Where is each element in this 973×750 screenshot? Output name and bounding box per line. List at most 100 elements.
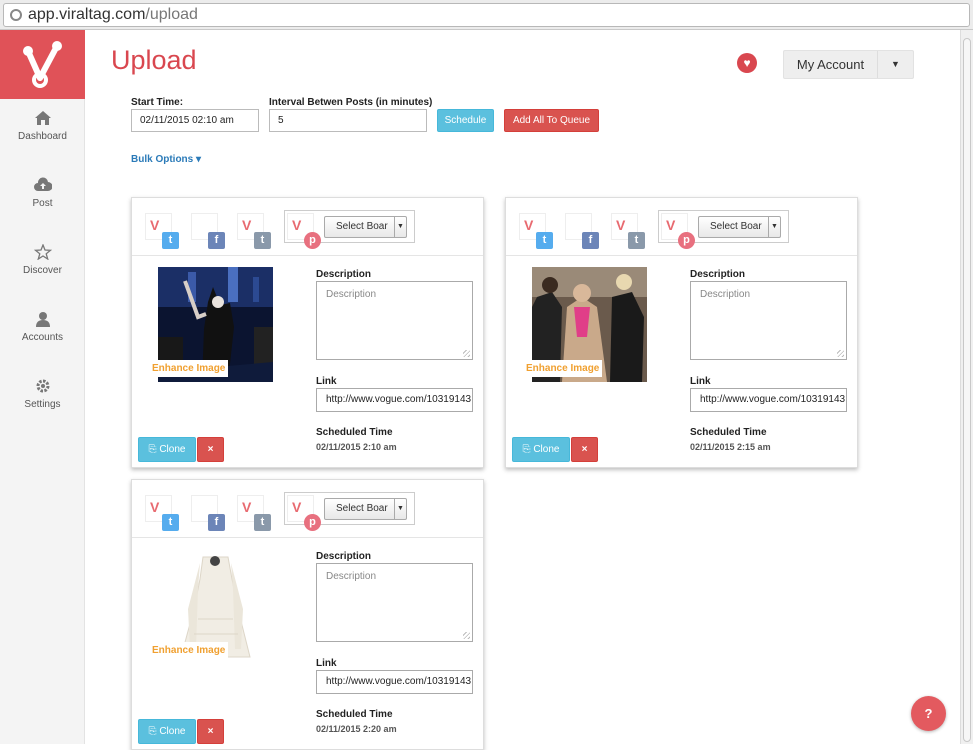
url-text: app.viraltag.com/upload bbox=[28, 6, 198, 23]
twitter-icon: t bbox=[536, 232, 553, 249]
schedule-button[interactable]: Schedule bbox=[437, 109, 494, 132]
user-icon bbox=[35, 312, 50, 327]
description-label: Description bbox=[316, 269, 372, 280]
bulk-options-dropdown[interactable]: Bulk Options ▾ bbox=[131, 154, 201, 165]
copy-icon: ⎘ bbox=[148, 726, 157, 737]
link-label: Link bbox=[690, 376, 711, 387]
clone-button[interactable]: ⎘ Clone bbox=[512, 437, 570, 462]
network-row: Vt f Vt Vp Select Boar ▼ bbox=[132, 480, 483, 538]
post-card: Vt f Vt Vp Select Boar ▼ Enhance Image De… bbox=[505, 197, 858, 468]
link-input[interactable]: http://www.vogue.com/10319143 bbox=[690, 388, 847, 412]
tumblr-account-toggle[interactable]: Vt bbox=[237, 213, 271, 249]
enhance-image-link[interactable]: Enhance Image bbox=[523, 360, 603, 377]
description-textarea[interactable]: Description bbox=[316, 281, 473, 360]
pinterest-board-group: Vp Select Boar ▼ bbox=[284, 210, 415, 249]
twitter-account-toggle[interactable]: Vt bbox=[145, 495, 179, 531]
facebook-account-toggle[interactable]: f bbox=[191, 213, 225, 249]
sidebar-item-settings[interactable]: Settings bbox=[0, 378, 85, 410]
facebook-icon: f bbox=[208, 514, 225, 531]
scrollbar-thumb[interactable] bbox=[963, 38, 971, 742]
chevron-down-icon[interactable]: ▼ bbox=[878, 51, 913, 78]
description-textarea[interactable]: Description bbox=[690, 281, 847, 360]
scheduled-time-value: 02/11/2015 2:20 am bbox=[316, 724, 397, 734]
start-time-input[interactable]: 02/11/2015 02:10 am bbox=[131, 109, 259, 132]
facebook-account-toggle[interactable]: f bbox=[565, 213, 599, 249]
twitter-account-toggle[interactable]: Vt bbox=[519, 213, 553, 249]
pinterest-board-group: Vp Select Boar ▼ bbox=[284, 492, 415, 531]
star-icon bbox=[33, 244, 52, 260]
facebook-icon: f bbox=[208, 232, 225, 249]
resize-grip-icon[interactable] bbox=[837, 350, 844, 357]
tumblr-icon: t bbox=[254, 514, 271, 531]
select-board-dropdown[interactable]: Select Boar ▼ bbox=[324, 216, 407, 238]
sidebar-item-accounts[interactable]: Accounts bbox=[0, 311, 85, 343]
sidebar-item-label: Accounts bbox=[21, 332, 64, 343]
post-card: Vt f Vt Vp Select Boar ▼ Enhance Image De… bbox=[131, 479, 484, 750]
scheduled-time-label: Scheduled Time bbox=[316, 427, 393, 438]
pinterest-account-toggle[interactable]: Vp bbox=[287, 495, 321, 531]
page-title: Upload bbox=[111, 45, 197, 75]
scheduled-time-label: Scheduled Time bbox=[316, 709, 393, 720]
pinterest-icon: p bbox=[304, 514, 321, 531]
copy-icon: ⎘ bbox=[522, 444, 531, 455]
delete-button[interactable]: × bbox=[197, 437, 224, 462]
sidebar-item-label: Post bbox=[32, 198, 53, 209]
tumblr-account-toggle[interactable]: Vt bbox=[237, 495, 271, 531]
add-all-to-queue-button[interactable]: Add All To Queue bbox=[504, 109, 599, 132]
sidebar-item-post[interactable]: Post bbox=[0, 177, 85, 209]
pinterest-account-toggle[interactable]: Vp bbox=[661, 213, 695, 249]
description-textarea[interactable]: Description bbox=[316, 563, 473, 642]
gear-icon bbox=[36, 379, 49, 393]
scheduled-time-label: Scheduled Time bbox=[690, 427, 767, 438]
sidebar-item-label: Dashboard bbox=[18, 131, 67, 142]
link-input[interactable]: http://www.vogue.com/10319143 bbox=[316, 388, 473, 412]
link-input[interactable]: http://www.vogue.com/10319143 bbox=[316, 670, 473, 694]
clone-button[interactable]: ⎘ Clone bbox=[138, 719, 196, 744]
browser-url-bar: app.viraltag.com/upload bbox=[0, 0, 973, 30]
description-label: Description bbox=[316, 551, 372, 562]
delete-button[interactable]: × bbox=[571, 437, 598, 462]
sidebar-item-label: Settings bbox=[24, 399, 61, 410]
tumblr-icon: t bbox=[254, 232, 271, 249]
facebook-account-toggle[interactable]: f bbox=[191, 495, 225, 531]
sidebar-item-dashboard[interactable]: Dashboard bbox=[0, 110, 85, 142]
my-account-dropdown[interactable]: My Account ▼ bbox=[783, 50, 914, 79]
sidebar-item-discover[interactable]: Discover bbox=[0, 244, 85, 276]
help-chat-button[interactable]: ? bbox=[911, 696, 946, 731]
vertical-scrollbar[interactable] bbox=[960, 30, 973, 744]
twitter-icon: t bbox=[162, 232, 179, 249]
my-account-label[interactable]: My Account bbox=[784, 51, 878, 78]
interval-input[interactable]: 5 bbox=[269, 109, 427, 132]
twitter-account-toggle[interactable]: Vt bbox=[145, 213, 179, 249]
enhance-image-link[interactable]: Enhance Image bbox=[149, 642, 229, 659]
heart-icon[interactable]: ♥ bbox=[737, 53, 757, 73]
description-label: Description bbox=[690, 269, 746, 280]
link-label: Link bbox=[316, 658, 337, 669]
start-time-label: Start Time: bbox=[131, 97, 184, 108]
network-row: Vt f Vt Vp Select Boar ▼ bbox=[132, 198, 483, 256]
interval-label: Interval Betwen Posts (in minutes) bbox=[269, 97, 433, 108]
scheduled-time-value: 02/11/2015 2:15 am bbox=[690, 442, 771, 452]
resize-grip-icon[interactable] bbox=[463, 350, 470, 357]
twitter-icon: t bbox=[162, 514, 179, 531]
home-icon bbox=[34, 111, 51, 125]
address-field[interactable]: app.viraltag.com/upload bbox=[3, 3, 970, 27]
resize-grip-icon[interactable] bbox=[463, 632, 470, 639]
tumblr-icon: t bbox=[628, 232, 645, 249]
pinterest-account-toggle[interactable]: Vp bbox=[287, 213, 321, 249]
clone-button[interactable]: ⎘ Clone bbox=[138, 437, 196, 462]
scheduled-time-value: 02/11/2015 2:10 am bbox=[316, 442, 397, 452]
link-label: Link bbox=[316, 376, 337, 387]
pinterest-icon: p bbox=[678, 232, 695, 249]
copy-icon: ⎘ bbox=[148, 444, 157, 455]
viraltag-logo[interactable] bbox=[0, 30, 85, 99]
globe-icon bbox=[10, 9, 22, 21]
network-row: Vt f Vt Vp Select Boar ▼ bbox=[506, 198, 857, 256]
enhance-image-link[interactable]: Enhance Image bbox=[149, 360, 229, 377]
select-board-dropdown[interactable]: Select Boar ▼ bbox=[324, 498, 407, 520]
tumblr-account-toggle[interactable]: Vt bbox=[611, 213, 645, 249]
select-board-dropdown[interactable]: Select Boar ▼ bbox=[698, 216, 781, 238]
delete-button[interactable]: × bbox=[197, 719, 224, 744]
pinterest-icon: p bbox=[304, 232, 321, 249]
sidebar: Dashboard Post Discover Accounts Setting… bbox=[0, 30, 85, 744]
